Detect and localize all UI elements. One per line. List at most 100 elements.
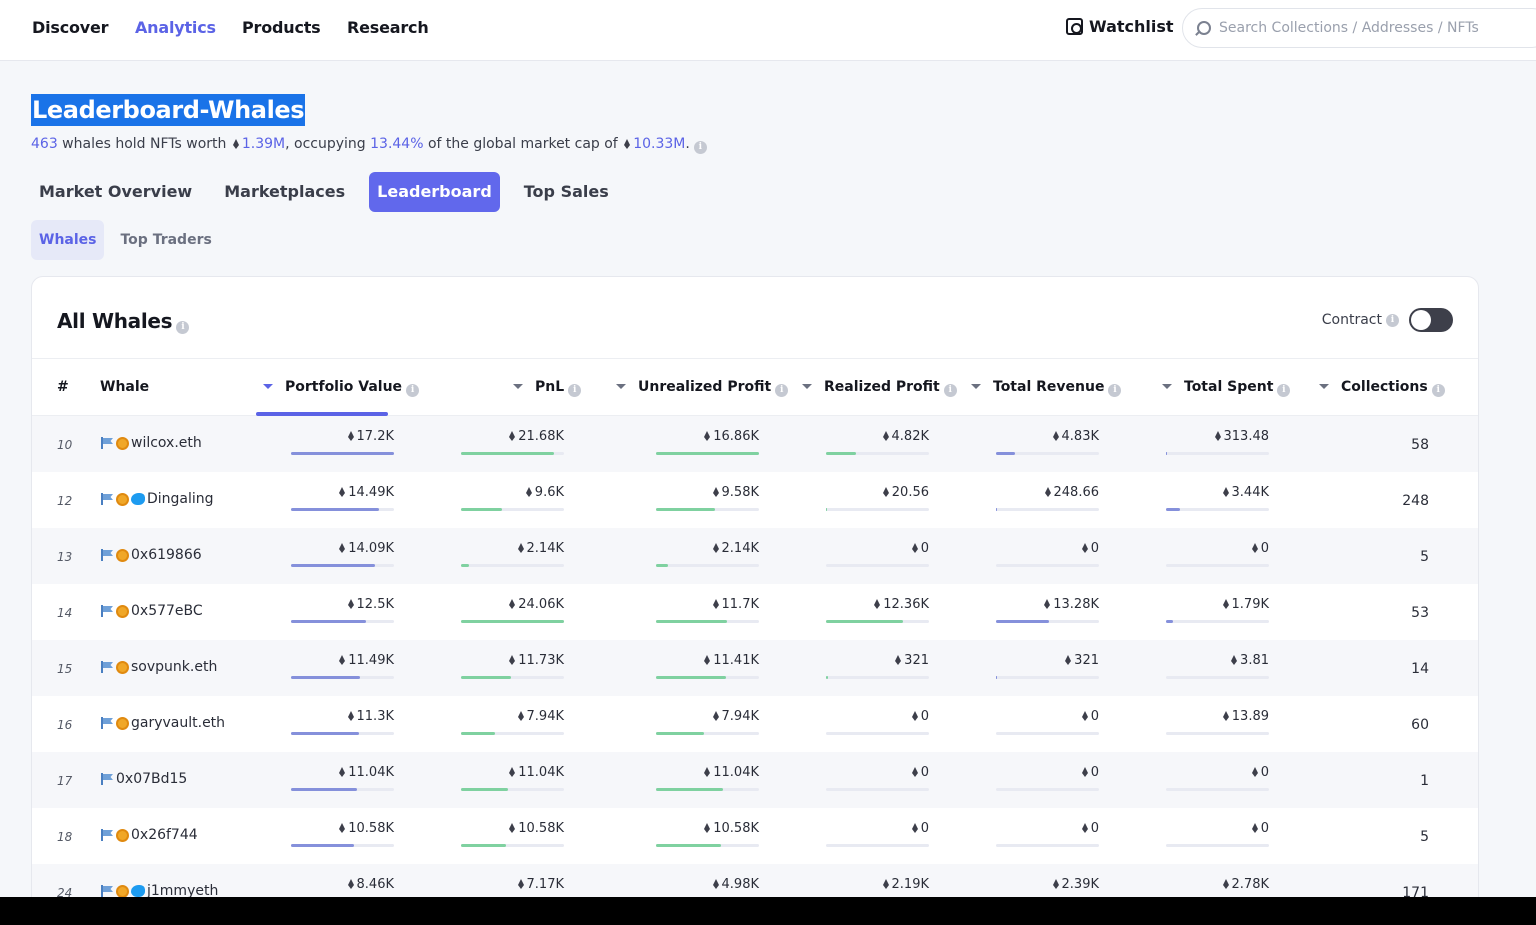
whale-cell[interactable]: 0x619866 [100,547,202,563]
nav-products[interactable]: Products [242,18,321,37]
whale-cell[interactable]: Dingaling [100,491,214,507]
table-row[interactable]: 18 0x26f744 10.58K 10.58K 10.58K 0 0 0 5 [32,808,1478,864]
col-realized-profit[interactable]: Realized Profit i [802,379,957,397]
row-rank: 18 [57,830,73,844]
unrealized-bar [656,508,759,511]
col-total-spent[interactable]: Total Spent i [1162,379,1291,397]
revenue-bar-fill [996,676,997,679]
whale-cell[interactable]: 0x577eBC [100,603,203,619]
revenue-bar [996,564,1099,567]
portfolio-bar-fill [291,788,357,791]
search-box[interactable] [1182,8,1536,48]
portfolio-value: 12.5K [291,597,394,613]
info-icon[interactable]: i [406,384,420,397]
realized-value: 2.19K [826,877,929,893]
whale-cell[interactable]: sovpunk.eth [100,659,217,675]
whale-cell[interactable]: wilcox.eth [100,435,202,451]
info-icon[interactable]: i [1108,384,1122,397]
unrealized-bar-fill [656,564,668,567]
table-row[interactable]: 12 Dingaling 14.49K 9.6K 9.58K 20.56 248.66 3.4… [32,472,1478,528]
contract-toggle[interactable] [1409,308,1453,332]
eth-icon [712,543,719,553]
portfolio-bar-fill [291,508,379,511]
eth-icon [1222,879,1229,889]
pnl-amount: 7.17K [526,877,564,892]
portfolio-cell: 11.49K [291,653,394,679]
info-icon[interactable]: i [693,141,707,154]
eth-icon [339,767,346,777]
spent-cell: 313.48 [1166,429,1269,455]
col-whale: Whale [100,379,150,395]
pnl-amount: 7.94K [526,709,564,724]
subtab-top-traders[interactable]: Top Traders [112,220,219,260]
tab-top-sales[interactable]: Top Sales [516,172,617,212]
eth-icon [509,431,516,441]
info-icon[interactable]: i [568,384,582,397]
revenue-value: 321 [996,653,1099,669]
nav-research[interactable]: Research [347,18,429,37]
row-rank: 15 [57,662,73,676]
eth-icon [509,599,516,609]
whale-cell[interactable]: garyvault.eth [100,715,225,731]
spent-cell: 0 [1166,541,1269,567]
pnl-cell: 9.6K [461,485,564,511]
table-row[interactable]: 16 garyvault.eth 11.3K 7.94K 7.94K 0 0 13.89 60 [32,696,1478,752]
unrealized-amount: 2.14K [721,541,759,556]
whale-name[interactable]: 0x26f744 [131,827,198,843]
whale-cell[interactable]: 0x26f744 [100,827,198,843]
eth-icon [1251,823,1258,833]
unrealized-value: 11.7K [656,597,759,613]
realized-bar [826,676,929,679]
portfolio-amount: 12.5K [356,597,394,612]
whale-name[interactable]: 0x577eBC [131,603,203,619]
table-row[interactable]: 13 0x619866 14.09K 2.14K 2.14K 0 0 0 5 [32,528,1478,584]
nav-analytics[interactable]: Analytics [135,18,216,37]
whale-name[interactable]: sovpunk.eth [131,659,217,675]
col-total-revenue[interactable]: Total Revenue i [971,379,1122,397]
col-portfolio-value[interactable]: Portfolio Value i [263,379,420,397]
unrealized-value: 16.86K [656,429,759,445]
info-icon[interactable]: i [1277,384,1291,397]
pnl-value: 7.17K [461,877,564,893]
unrealized-bar-fill [656,732,704,735]
whale-name[interactable]: garyvault.eth [131,715,225,731]
info-icon[interactable]: i [1431,384,1445,397]
subtab-whales[interactable]: Whales [31,220,105,260]
whale-name[interactable]: 0x619866 [131,547,202,563]
col-pnl-label: PnL [535,379,565,395]
eth-icon [1251,767,1258,777]
whale-name[interactable]: wilcox.eth [131,435,202,451]
eth-icon [704,823,711,833]
info-icon[interactable]: i [176,321,190,334]
watchlist-button[interactable]: Watchlist [1066,17,1174,36]
whale-name[interactable]: Dingaling [147,491,214,507]
portfolio-bar-fill [291,452,394,455]
col-collections[interactable]: Collections i [1319,379,1445,397]
table-row[interactable]: 10 wilcox.eth 17.2K 21.68K 16.86K 4.82K 4.83K 3… [32,416,1478,472]
col-unrealized-profit[interactable]: Unrealized Profit i [616,379,789,397]
table-row[interactable]: 14 0x577eBC 12.5K 24.06K 11.7K 12.36K 13.28K 1.… [32,584,1478,640]
search-input[interactable] [1219,20,1519,36]
pnl-value: 7.94K [461,709,564,725]
tab-leaderboard[interactable]: Leaderboard [369,172,500,212]
flag-icon [100,717,114,729]
info-icon[interactable]: i [775,384,789,397]
table-row[interactable]: 17 0x07Bd15 11.04K 11.04K 11.04K 0 0 0 1 [32,752,1478,808]
tab-marketplaces[interactable]: Marketplaces [216,172,353,212]
table-row[interactable]: 15 sovpunk.eth 11.49K 11.73K 11.41K 321 321 3.8… [32,640,1478,696]
eth-icon [339,487,346,497]
eth-icon [911,767,918,777]
info-icon[interactable]: i [1386,313,1399,327]
col-pnl[interactable]: PnL i [513,379,582,397]
eth-icon [1044,487,1051,497]
portfolio-cell: 11.3K [291,709,394,735]
whale-cell[interactable]: 0x07Bd15 [100,771,187,787]
revenue-value: 0 [996,821,1099,837]
info-icon[interactable]: i [943,384,957,397]
pnl-amount: 11.04K [518,765,564,780]
tab-market-overview[interactable]: Market Overview [31,172,200,212]
whale-name[interactable]: 0x07Bd15 [116,771,187,787]
nav-discover[interactable]: Discover [32,18,109,37]
pnl-amount: 11.73K [518,653,564,668]
pnl-cell: 21.68K [461,429,564,455]
